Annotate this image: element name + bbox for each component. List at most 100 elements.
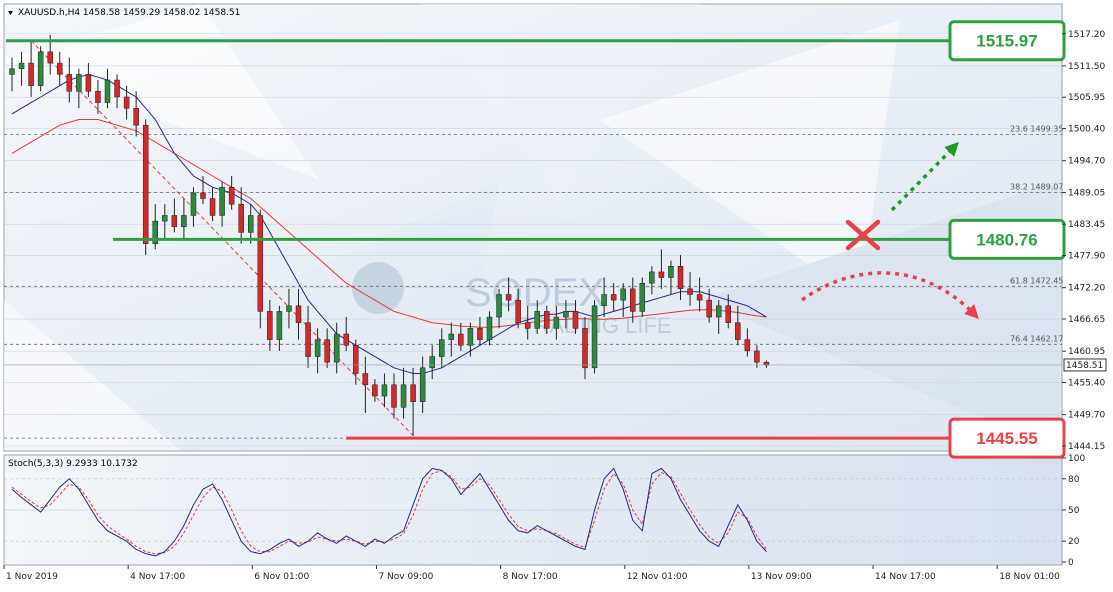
fib-label: 76.4 1462.17 (1010, 334, 1063, 343)
candle-body (467, 328, 474, 346)
candle-body (381, 384, 388, 397)
candle-body (687, 288, 693, 295)
stoch-tick-label: 100 (1068, 454, 1085, 464)
candle-body (66, 74, 73, 92)
candle-body (114, 79, 120, 98)
candle-body (601, 294, 607, 307)
candle-body (677, 266, 684, 290)
y-tick-label: 1466.65 (1068, 315, 1105, 325)
level-label: 1480.76 (976, 230, 1037, 249)
x-tick-label: 7 Nov 09:00 (378, 572, 433, 582)
candle-body (515, 299, 521, 323)
level-label: 1445.55 (976, 429, 1037, 448)
y-tick-label: 1489.05 (1068, 189, 1105, 199)
y-tick-label: 1511.50 (1068, 62, 1105, 72)
x-tick-label: 1 Nov 2019 (6, 572, 58, 582)
candle-body (276, 311, 283, 340)
candle-body (333, 333, 340, 363)
candle-body (610, 294, 617, 301)
candle-body (171, 215, 178, 228)
candle-body (142, 124, 149, 244)
candle-body (209, 198, 216, 216)
candle-body (47, 51, 53, 64)
candle-body (162, 215, 168, 222)
candle-body (658, 271, 665, 278)
x-tick-label: 14 Nov 17:00 (875, 572, 936, 582)
candle-body (668, 266, 674, 278)
candle-body (439, 339, 445, 357)
y-tick-label: 1483.45 (1068, 220, 1105, 230)
candle-body (305, 322, 311, 357)
candle-body (76, 74, 82, 92)
x-tick-label: 4 Nov 17:00 (130, 572, 185, 582)
candle-body (324, 339, 330, 363)
candle-body (725, 305, 731, 323)
y-tick-label: 1500.40 (1068, 125, 1105, 135)
candle-body (696, 294, 703, 301)
symbol-header: XAUUSD.h,H4 1458.58 1459.29 1458.02 1458… (8, 8, 240, 18)
candle-body (582, 328, 588, 369)
candle-body (200, 192, 206, 199)
y-tick-label: 1455.40 (1068, 379, 1105, 389)
y-tick-label: 1460.95 (1068, 347, 1105, 357)
candle-body (353, 345, 359, 374)
price-chart[interactable]: SODEX TRADING LIFE 23.6 1499.3538.2 1489… (0, 0, 1113, 588)
candle-body (630, 288, 636, 312)
candle-body (95, 91, 101, 103)
candle-body (314, 339, 321, 357)
candle-body (238, 203, 244, 233)
candle-body (639, 282, 646, 312)
candle-body (496, 294, 502, 318)
level-label: 1515.97 (976, 32, 1037, 51)
candle-body (754, 350, 760, 363)
candle-body (295, 305, 302, 323)
candle-body (257, 215, 264, 312)
x-tick-label: 12 Nov 01:00 (627, 572, 688, 582)
x-tick-label: 6 Nov 01:00 (254, 572, 309, 582)
candle-body (133, 107, 139, 126)
y-tick-label: 1477.90 (1068, 252, 1105, 262)
candle-body (9, 68, 15, 75)
chart-window: SODEX TRADING LIFE 23.6 1499.35 38.2 1489… (0, 0, 1113, 588)
candle-body (553, 316, 560, 329)
candle-body (706, 299, 712, 318)
candle-body (419, 367, 426, 402)
candle-body (649, 271, 655, 284)
y-tick-label: 1505.95 (1068, 93, 1105, 103)
candle-body (477, 328, 483, 340)
candle-body (486, 316, 493, 340)
candle-body (429, 356, 435, 369)
candle-body (228, 187, 235, 205)
y-tick-label: 1494.70 (1068, 157, 1105, 167)
candle-body (28, 62, 34, 86)
stoch-tick-label: 50 (1068, 506, 1080, 516)
candle-body (18, 62, 25, 69)
candle-body (458, 333, 464, 346)
candle-body (362, 373, 369, 386)
candle-body (123, 96, 130, 109)
candle-body (410, 384, 416, 402)
fib-label: 61.8 1472.45 (1010, 276, 1063, 285)
symbol-header-text: XAUUSD.h,H4 1458.58 1459.29 1458.02 1458… (18, 8, 240, 18)
candle-body (620, 288, 626, 301)
candle-body (534, 311, 540, 329)
candle-body (591, 305, 598, 369)
candle-body (572, 311, 579, 329)
y-tick-label: 1444.15 (1068, 442, 1105, 452)
candle-body (372, 384, 378, 397)
stoch-tick-label: 20 (1068, 537, 1080, 547)
price-axis: 1517.20 1511.50 1505.95 1500.40 1494.70 1489.… (1062, 30, 1105, 452)
last-price-text: 1458.51 (1066, 361, 1103, 371)
candle-body (744, 339, 751, 352)
y-tick-label: 1517.20 (1068, 30, 1105, 40)
stoch-tick-label: 0 (1068, 558, 1074, 568)
candle-body (763, 361, 770, 366)
candle-body (57, 62, 63, 75)
stoch-header-text: Stoch(5,3,3) 9.2933 10.1732 (8, 459, 138, 469)
candle-body (267, 311, 273, 340)
candle-body (563, 311, 569, 318)
candle-body (343, 333, 349, 346)
x-tick-label: 13 Nov 09:00 (751, 572, 812, 582)
candle-body (544, 311, 550, 329)
candle-body (104, 79, 111, 103)
